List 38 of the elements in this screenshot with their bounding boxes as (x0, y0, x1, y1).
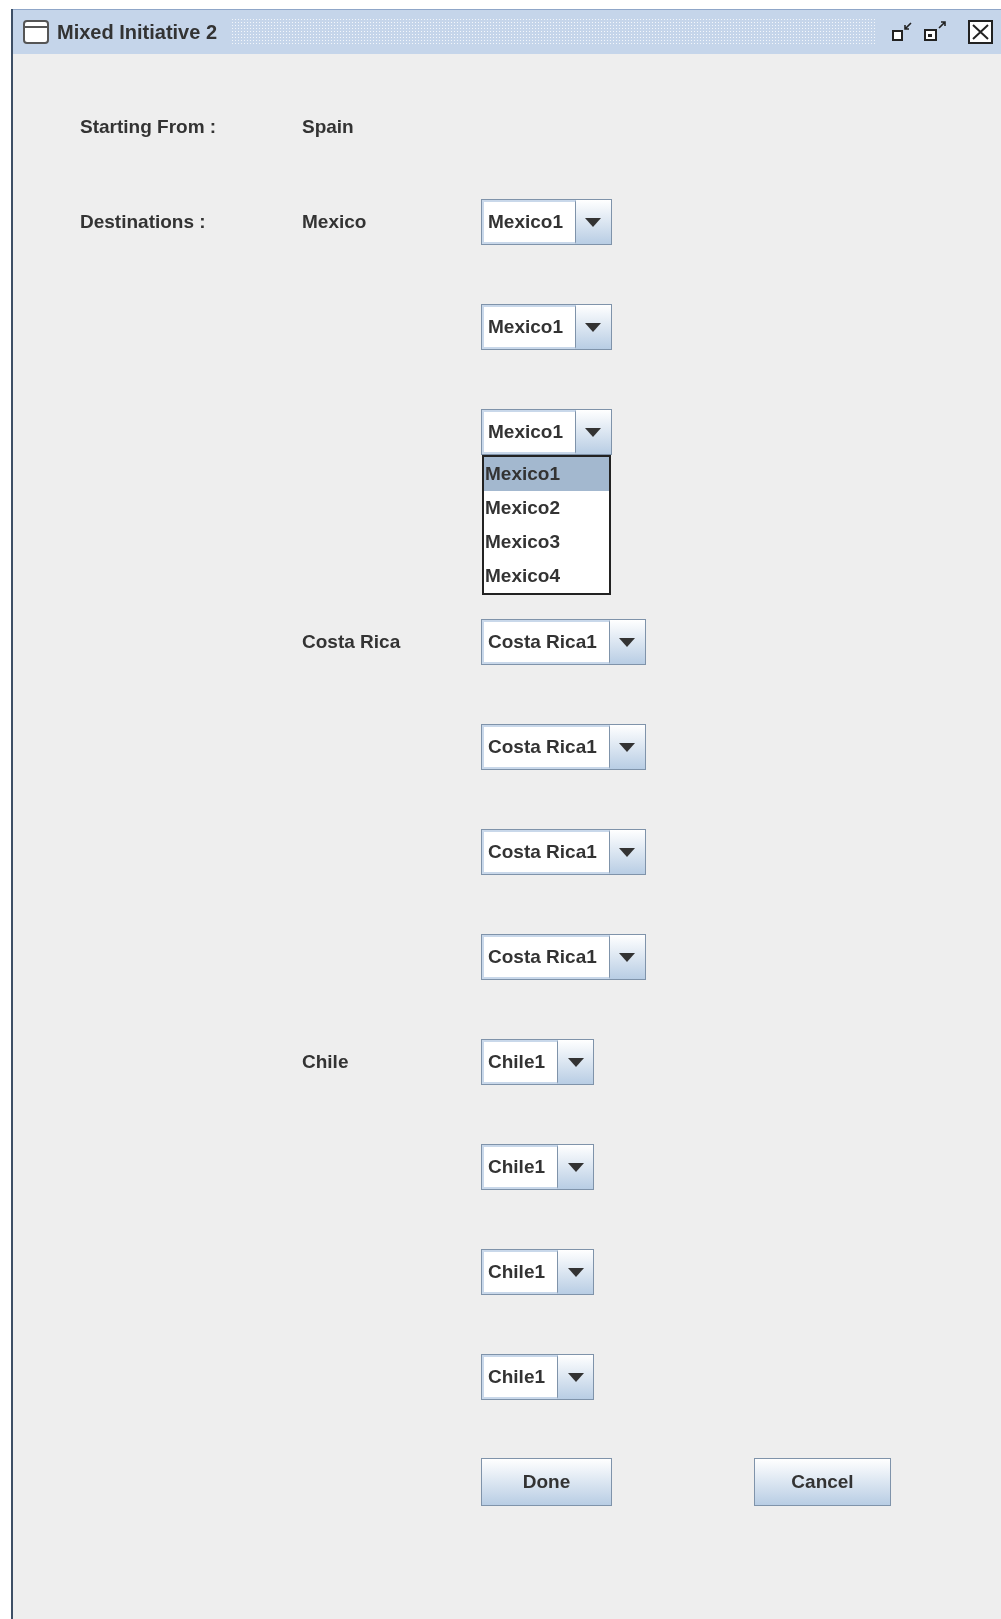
dropdown-option[interactable]: Mexico4 (484, 559, 609, 593)
dropdown[interactable]: Chile1 (481, 1249, 595, 1295)
field-label: Destinations : (79, 209, 207, 234)
dropdown[interactable]: Chile1 (481, 1144, 595, 1190)
dropdown-option[interactable]: Mexico3 (484, 525, 609, 559)
dropdown[interactable]: Mexico1 (481, 304, 612, 350)
dropdown[interactable]: Costa Rica1 (481, 619, 646, 665)
dropdown-option[interactable]: Mexico2 (484, 491, 609, 525)
caret-icon (619, 742, 636, 752)
caret-icon (567, 1267, 584, 1277)
dropdown[interactable]: Costa Rica1 (481, 829, 646, 875)
country-label: Chile (302, 1049, 350, 1074)
field-value: Spain (302, 114, 355, 139)
caret-icon (567, 1057, 584, 1067)
field-label: Starting From : (79, 114, 218, 139)
maximize-icon[interactable] (923, 20, 949, 44)
dropdown[interactable]: Costa Rica1 (481, 724, 646, 770)
country-label: Mexico (302, 209, 368, 234)
window-title: Mixed Initiative 2 (57, 20, 218, 45)
caret-icon (585, 322, 602, 332)
caret-icon (619, 847, 636, 857)
dropdown[interactable]: Chile1 (481, 1039, 595, 1085)
caret-icon (619, 952, 636, 962)
dropdown-option[interactable]: Mexico1 (484, 457, 609, 491)
minimize-icon[interactable] (891, 20, 915, 44)
dropdown[interactable]: Mexico1 (481, 199, 612, 245)
caret-icon (567, 1372, 584, 1382)
caret-icon (585, 427, 602, 437)
cancel-button[interactable]: Cancel (754, 1458, 891, 1506)
caret-icon (567, 1162, 584, 1172)
close-icon[interactable] (967, 19, 995, 45)
done-button[interactable]: Done (481, 1458, 612, 1506)
caret-icon (585, 217, 602, 227)
caret-icon (619, 637, 636, 647)
dropdown[interactable]: Chile1 (481, 1354, 595, 1400)
country-label: Costa Rica (302, 629, 402, 654)
dropdown[interactable]: Costa Rica1 (481, 934, 646, 980)
window-icon (23, 20, 49, 44)
